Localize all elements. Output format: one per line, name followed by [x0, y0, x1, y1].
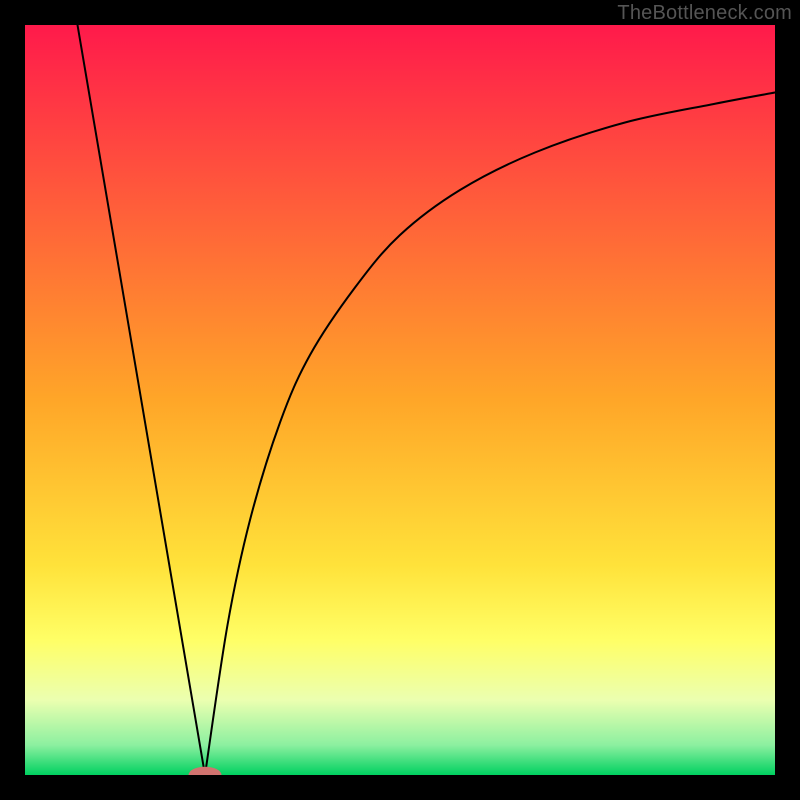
watermark-text: TheBottleneck.com [617, 2, 792, 25]
plot-area [25, 25, 775, 775]
chart-frame: TheBottleneck.com [0, 0, 800, 800]
gradient-background [25, 25, 775, 775]
chart-svg [25, 25, 775, 775]
